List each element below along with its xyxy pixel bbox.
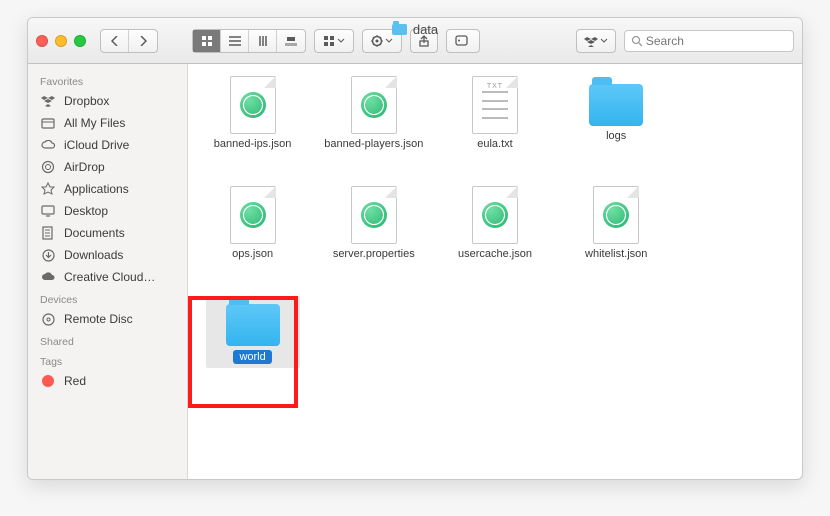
file-label: ops.json xyxy=(232,248,273,261)
json-file-icon xyxy=(351,186,397,244)
folder-icon xyxy=(589,84,643,126)
search-icon xyxy=(631,35,642,47)
txt-file-icon: TXT xyxy=(472,76,518,134)
json-file-icon xyxy=(230,76,276,134)
file-label: eula.txt xyxy=(477,138,512,151)
tags-button[interactable] xyxy=(446,29,480,53)
file-item[interactable]: usercache.json xyxy=(434,182,555,292)
sidebar-item-label: All My Files xyxy=(64,116,125,130)
nav-buttons xyxy=(100,29,158,53)
sidebar-item-creative-cloud[interactable]: Creative Cloud… xyxy=(28,266,187,288)
file-label: server.properties xyxy=(333,248,415,261)
tag-dot-icon xyxy=(40,373,56,389)
view-switcher xyxy=(192,29,306,53)
sidebar-section-favorites: Favorites xyxy=(28,70,187,90)
sidebar-item-label: Documents xyxy=(64,226,125,240)
share-button[interactable] xyxy=(410,29,438,53)
file-grid[interactable]: banned-ips.json banned-players.json TXT … xyxy=(188,64,802,479)
json-file-icon xyxy=(593,186,639,244)
file-item[interactable]: banned-ips.json xyxy=(192,72,313,182)
sidebar-item-label: Creative Cloud… xyxy=(64,270,155,284)
sidebar-item-remote-disc[interactable]: Remote Disc xyxy=(28,308,187,330)
sidebar-item-label: Desktop xyxy=(64,204,108,218)
cloud-icon xyxy=(40,137,56,153)
json-file-icon xyxy=(351,76,397,134)
json-file-icon xyxy=(472,186,518,244)
coverflow-view-button[interactable] xyxy=(277,30,305,52)
icon-view-button[interactable] xyxy=(193,30,221,52)
downloads-icon xyxy=(40,247,56,263)
file-label: logs xyxy=(606,130,626,143)
sidebar-item-label: Remote Disc xyxy=(64,312,133,326)
sidebar-section-shared: Shared xyxy=(28,330,187,350)
sidebar-item-dropbox[interactable]: Dropbox xyxy=(28,90,187,112)
column-view-button[interactable] xyxy=(249,30,277,52)
file-label: banned-ips.json xyxy=(214,138,292,151)
minimize-icon[interactable] xyxy=(55,35,67,47)
desktop-icon xyxy=(40,203,56,219)
sidebar-section-devices: Devices xyxy=(28,288,187,308)
sidebar-item-label: Downloads xyxy=(64,248,123,262)
all-files-icon xyxy=(40,115,56,131)
finder-window: data Favorites Dropbox All My Files iClo… xyxy=(27,17,803,480)
content-area: Favorites Dropbox All My Files iCloud Dr… xyxy=(28,64,802,479)
sidebar-item-icloud-drive[interactable]: iCloud Drive xyxy=(28,134,187,156)
json-file-icon xyxy=(230,186,276,244)
sidebar-item-airdrop[interactable]: AirDrop xyxy=(28,156,187,178)
sidebar-item-label: iCloud Drive xyxy=(64,138,129,152)
file-label: whitelist.json xyxy=(585,248,647,261)
search-input[interactable] xyxy=(646,34,787,48)
sidebar-item-label: Red xyxy=(64,374,86,388)
file-item[interactable]: banned-players.json xyxy=(313,72,434,182)
disc-icon xyxy=(40,311,56,327)
sidebar-item-label: Dropbox xyxy=(64,94,109,108)
sidebar-tag-red[interactable]: Red xyxy=(28,370,187,392)
sidebar: Favorites Dropbox All My Files iCloud Dr… xyxy=(28,64,188,479)
forward-button[interactable] xyxy=(129,30,157,52)
sidebar-section-tags: Tags xyxy=(28,350,187,370)
dropbox-icon xyxy=(40,93,56,109)
sidebar-item-applications[interactable]: Applications xyxy=(28,178,187,200)
close-icon[interactable] xyxy=(36,35,48,47)
sidebar-item-desktop[interactable]: Desktop xyxy=(28,200,187,222)
sidebar-item-documents[interactable]: Documents xyxy=(28,222,187,244)
zoom-icon[interactable] xyxy=(74,35,86,47)
window-controls xyxy=(36,35,86,47)
sidebar-item-downloads[interactable]: Downloads xyxy=(28,244,187,266)
file-label: usercache.json xyxy=(458,248,532,261)
arrange-button[interactable] xyxy=(314,29,354,53)
creative-cloud-icon xyxy=(40,269,56,285)
file-item[interactable]: logs xyxy=(556,72,677,182)
file-item[interactable]: TXT eula.txt xyxy=(434,72,555,182)
airdrop-icon xyxy=(40,159,56,175)
annotation-highlight xyxy=(188,296,298,408)
titlebar: data xyxy=(28,18,802,64)
action-button[interactable] xyxy=(362,29,402,53)
file-item[interactable]: ops.json xyxy=(192,182,313,292)
file-label: banned-players.json xyxy=(324,138,423,151)
file-item[interactable]: whitelist.json xyxy=(556,182,677,292)
list-view-button[interactable] xyxy=(221,30,249,52)
sidebar-item-all-my-files[interactable]: All My Files xyxy=(28,112,187,134)
search-field[interactable] xyxy=(624,30,794,52)
sidebar-item-label: AirDrop xyxy=(64,160,105,174)
applications-icon xyxy=(40,181,56,197)
sidebar-item-label: Applications xyxy=(64,182,129,196)
back-button[interactable] xyxy=(101,30,129,52)
file-item[interactable]: server.properties xyxy=(313,182,434,292)
dropbox-button[interactable] xyxy=(576,29,616,53)
documents-icon xyxy=(40,225,56,241)
